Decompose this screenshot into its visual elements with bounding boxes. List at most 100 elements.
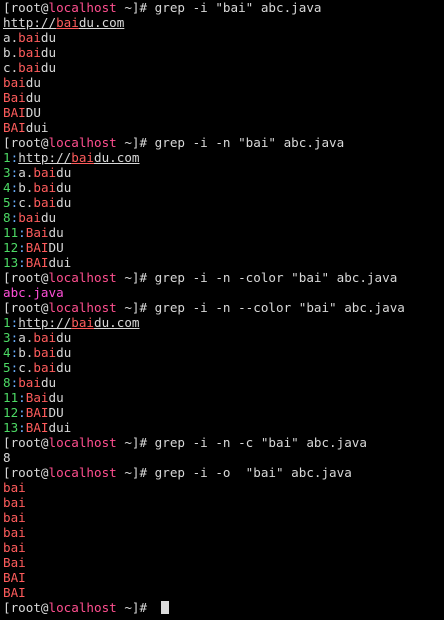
terminal-line: 8	[3, 450, 444, 465]
terminal-segment-num: 1	[3, 150, 11, 165]
terminal-segment-match: bai	[18, 30, 41, 45]
terminal-segment-prompt: ~]#	[116, 300, 155, 315]
terminal-segment-text: du	[56, 345, 72, 360]
terminal-segment-num: 5	[3, 195, 11, 210]
terminal-segment-match: bai	[18, 60, 41, 75]
terminal-segment-text: a.	[18, 165, 34, 180]
terminal-line: [root@localhost ~]# grep -i -n -c "bai" …	[3, 435, 444, 450]
terminal-line: [root@localhost ~]# grep -i -n --color "…	[3, 300, 444, 315]
terminal-segment-match: BAI	[25, 240, 49, 255]
terminal-line: 12:BAIDU	[3, 240, 444, 255]
terminal-segment-text: b.	[3, 45, 19, 60]
terminal-segment-text: a.	[3, 30, 19, 45]
terminal-segment-prompt: ~]#	[116, 465, 155, 480]
terminal-line: 13:BAIdui	[3, 420, 444, 435]
terminal-segment-match: Bai	[25, 225, 49, 240]
terminal-segment-match: bai	[33, 345, 57, 360]
terminal-segment-cmd: grep -i -n --color "bai" abc.java	[154, 300, 405, 315]
terminal-line: 12:BAIDU	[3, 405, 444, 420]
terminal-segment-sep: :	[18, 255, 26, 270]
terminal-segment-sep: :	[18, 225, 26, 240]
terminal-segment-prompt: ~]#	[116, 270, 155, 285]
terminal-segment-cmd: grep -i -o "bai" abc.java	[154, 465, 352, 480]
terminal-segment-text: du.com	[94, 315, 140, 330]
terminal-segment-prompt: [root@	[3, 435, 49, 450]
terminal-segment-sep: :	[18, 405, 26, 420]
terminal-segment-match: bai	[3, 510, 26, 525]
terminal-segment-num: 4	[3, 345, 11, 360]
terminal-segment-match: BAI	[3, 105, 26, 120]
terminal-segment-num: 11	[3, 390, 19, 405]
terminal-segment-prompt: [root@	[3, 135, 49, 150]
terminal-segment-prompt: ~]#	[116, 600, 155, 615]
terminal-segment-cmd: grep -i -n -c "bai" abc.java	[154, 435, 367, 450]
terminal-window[interactable]: [root@localhost ~]# grep -i "bai" abc.ja…	[0, 0, 444, 620]
terminal-line: BAI	[3, 585, 444, 600]
terminal-segment-match: bai	[33, 360, 57, 375]
terminal-line: Baidu	[3, 90, 444, 105]
terminal-line: bai	[3, 510, 444, 525]
terminal-cursor[interactable]	[160, 601, 169, 614]
terminal-segment-num: 8	[3, 210, 11, 225]
terminal-segment-host: localhost	[48, 270, 117, 285]
terminal-segment-text: dui	[48, 420, 72, 435]
terminal-segment-text: du	[56, 360, 72, 375]
terminal-segment-num: 12	[3, 240, 19, 255]
terminal-segment-match: BAI	[25, 255, 49, 270]
terminal-segment-prompt: [root@	[3, 270, 49, 285]
terminal-segment-text: du	[56, 330, 72, 345]
terminal-line: 1:http://baidu.com	[3, 315, 444, 330]
terminal-segment-sep: :	[18, 240, 26, 255]
terminal-segment-num: 11	[3, 225, 19, 240]
terminal-line: 1:http://baidu.com	[3, 150, 444, 165]
terminal-segment-host: localhost	[48, 465, 117, 480]
terminal-line: 11:Baidu	[3, 390, 444, 405]
terminal-segment-text: du	[25, 75, 41, 90]
terminal-segment-num: 3	[3, 330, 11, 345]
terminal-line: [root@localhost ~]# grep -i "bai" abc.ja…	[3, 0, 444, 15]
terminal-segment-text: du.com	[94, 150, 140, 165]
terminal-segment-host: localhost	[48, 0, 117, 15]
terminal-segment-match: bai	[71, 150, 95, 165]
terminal-segment-prompt: ~]#	[116, 0, 155, 15]
terminal-segment-text: DU	[25, 105, 41, 120]
terminal-line: BAI	[3, 570, 444, 585]
terminal-segment-match: bai	[18, 375, 41, 390]
terminal-segment-num: 5	[3, 360, 11, 375]
terminal-line: abc.java	[3, 285, 444, 300]
terminal-line: [root@localhost ~]# grep -i -o "bai" abc…	[3, 465, 444, 480]
terminal-segment-text: du	[40, 30, 57, 45]
terminal-segment-match: Bai	[25, 390, 49, 405]
terminal-segment-sep: :	[18, 390, 26, 405]
terminal-line: 4:b.baidu	[3, 180, 444, 195]
terminal-line: 11:Baidu	[3, 225, 444, 240]
terminal-segment-prompt: [root@	[3, 600, 49, 615]
terminal-segment-match: bai	[33, 330, 57, 345]
terminal-segment-text: http://	[18, 315, 72, 330]
terminal-segment-text: 8	[3, 450, 11, 465]
terminal-segment-num: 4	[3, 180, 11, 195]
terminal-segment-text: a.	[18, 330, 34, 345]
terminal-segment-cmd: grep -i -n "bai" abc.java	[154, 135, 345, 150]
terminal-segment-sep: :	[18, 420, 26, 435]
terminal-line: bai	[3, 525, 444, 540]
terminal-line: [root@localhost ~]#	[3, 600, 444, 615]
terminal-line: baidu	[3, 75, 444, 90]
terminal-segment-text: DU	[48, 240, 64, 255]
terminal-segment-prompt: [root@	[3, 0, 49, 15]
terminal-line: a.baidu	[3, 30, 444, 45]
terminal-segment-text: http://	[3, 15, 57, 30]
terminal-segment-match: bai	[56, 15, 79, 30]
terminal-line: 3:a.baidu	[3, 330, 444, 345]
terminal-segment-text: c.	[18, 195, 34, 210]
terminal-segment-text: du	[56, 165, 72, 180]
terminal-segment-text: du	[40, 210, 57, 225]
terminal-segment-match: Bai	[3, 555, 26, 570]
terminal-line: BAIdui	[3, 120, 444, 135]
terminal-segment-text: dui	[48, 255, 72, 270]
terminal-line: bai	[3, 495, 444, 510]
terminal-segment-text: du	[56, 180, 72, 195]
terminal-segment-text: c.	[18, 360, 34, 375]
terminal-segment-host: localhost	[48, 600, 117, 615]
terminal-segment-text: dui	[25, 120, 49, 135]
